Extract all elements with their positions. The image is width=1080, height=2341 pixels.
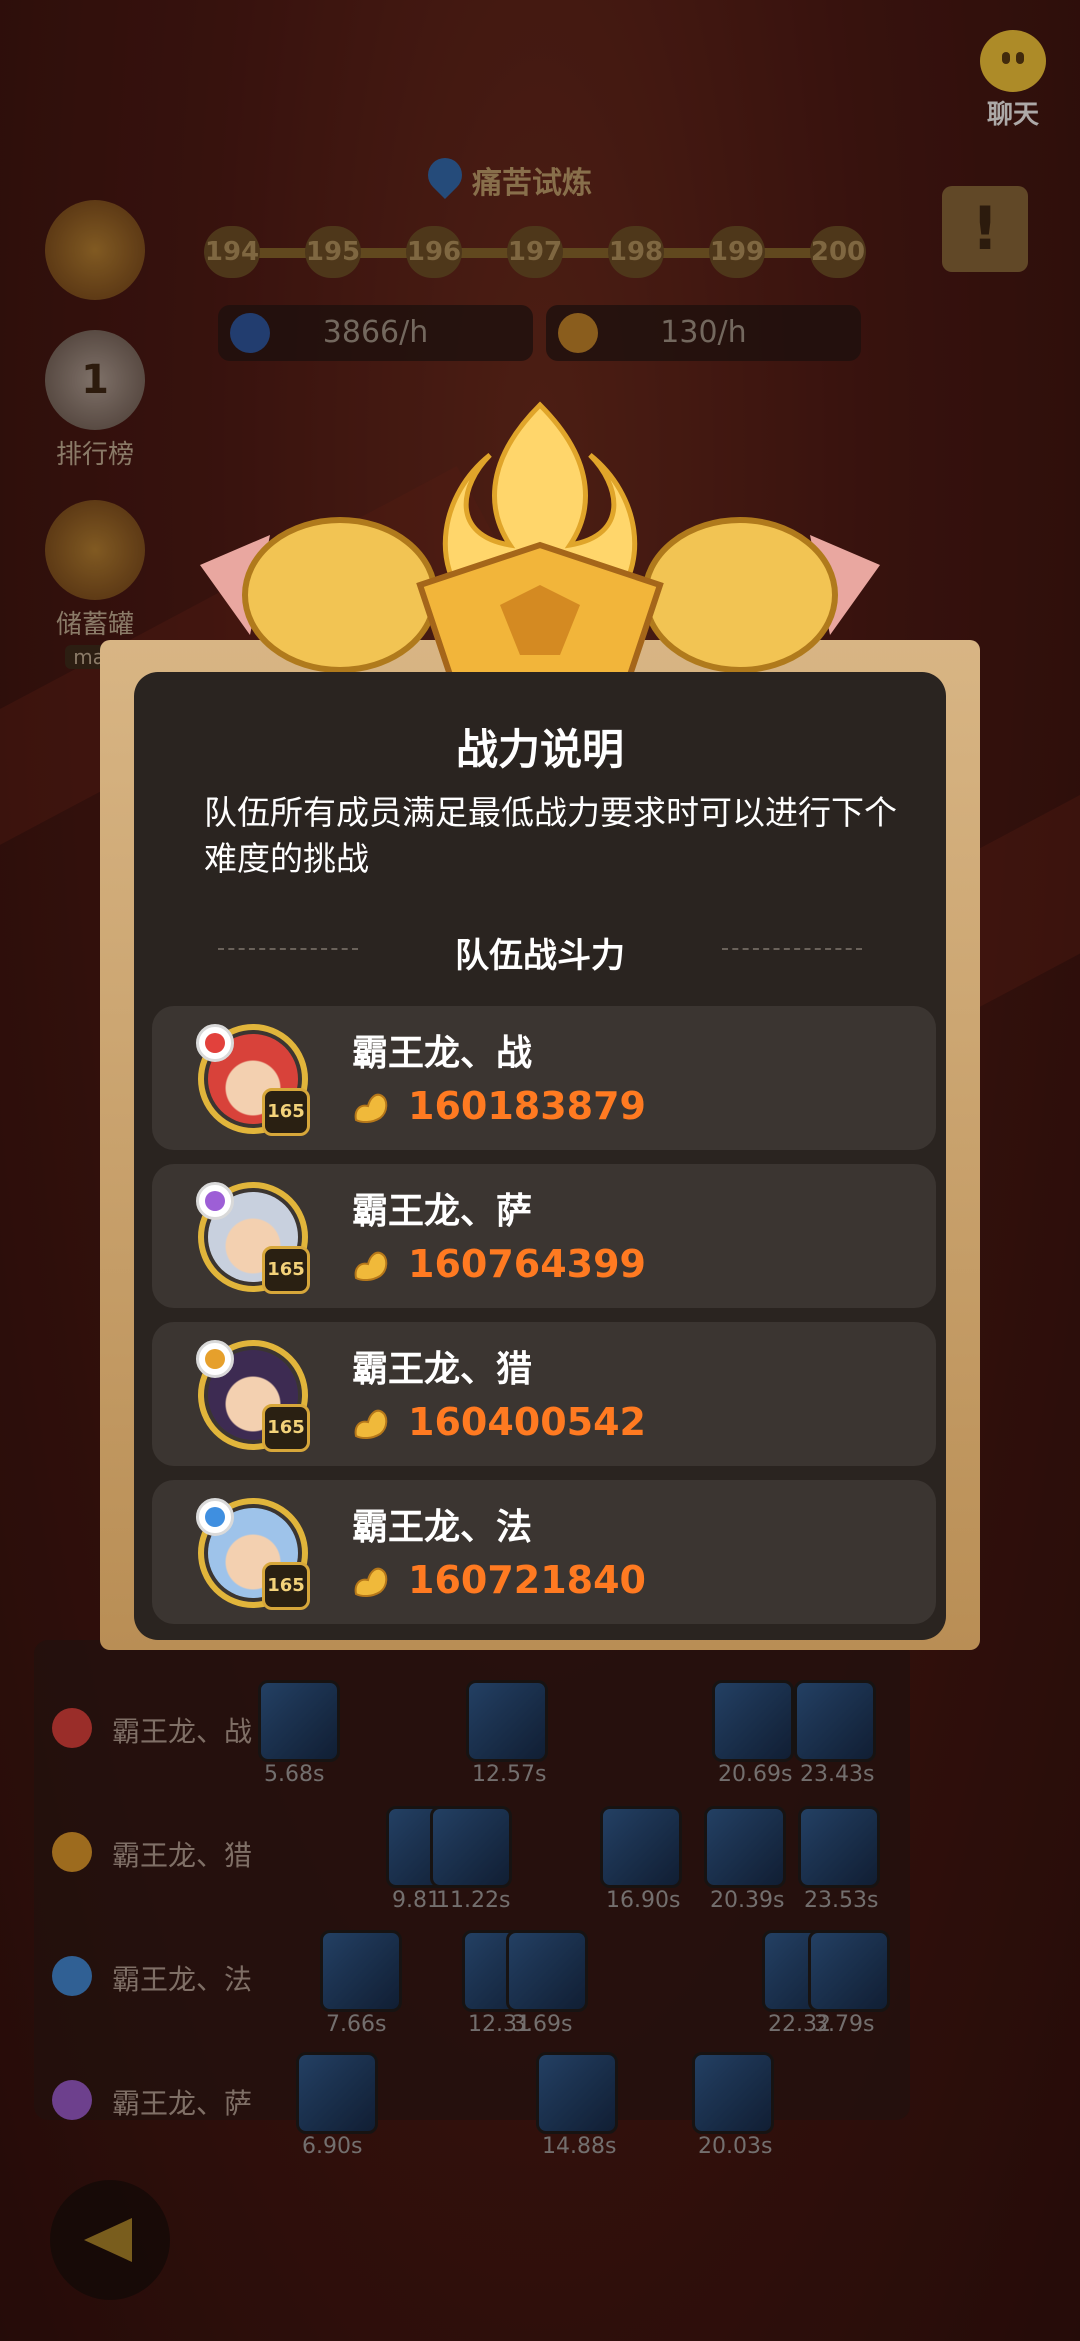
member-name: 霸王龙、萨: [352, 1191, 533, 1232]
member-card: 165 霸王龙、战 160183879: [152, 1006, 936, 1150]
level-badge: 165: [262, 1404, 310, 1452]
dialog-title: 战力说明: [455, 725, 624, 774]
class-icon: [196, 1024, 234, 1062]
member-power: 160721840: [408, 1558, 646, 1602]
level-badge: 165: [262, 1562, 310, 1610]
member-power: 160183879: [408, 1084, 646, 1128]
member-card: 165 霸王龙、猎 160400542: [152, 1322, 936, 1466]
level-badge: 165: [262, 1088, 310, 1136]
level-badge: 165: [262, 1246, 310, 1294]
section-title: 队伍战斗力: [455, 936, 625, 976]
dialog-description: 队伍所有成员满足最低战力要求时可以进行下个难度的挑战: [204, 793, 897, 878]
member-name: 霸王龙、猎: [352, 1349, 533, 1390]
member-name: 霸王龙、法: [352, 1507, 533, 1548]
member-power: 160764399: [408, 1242, 646, 1286]
member-card: 165 霸王龙、法 160721840: [152, 1480, 936, 1624]
member-card: 165 霸王龙、萨 160764399: [152, 1164, 936, 1308]
power-arm-icon: [354, 1409, 388, 1440]
power-arm-icon: [354, 1251, 388, 1282]
power-arm-icon: [354, 1093, 388, 1124]
member-power: 160400542: [408, 1400, 646, 1444]
crown-decoration: [200, 401, 880, 685]
class-icon: [196, 1498, 234, 1536]
power-arm-icon: [354, 1567, 388, 1598]
class-icon: [196, 1182, 234, 1220]
divider-right: [722, 948, 862, 950]
member-name: 霸王龙、战: [352, 1033, 533, 1074]
power-info-dialog: 战力说明 队伍所有成员满足最低战力要求时可以进行下个难度的挑战 队伍战斗力 16…: [134, 672, 946, 1640]
class-icon: [196, 1340, 234, 1378]
